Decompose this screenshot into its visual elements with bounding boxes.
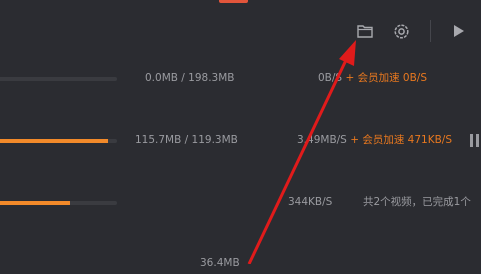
annotation-arrow [247, 40, 356, 264]
